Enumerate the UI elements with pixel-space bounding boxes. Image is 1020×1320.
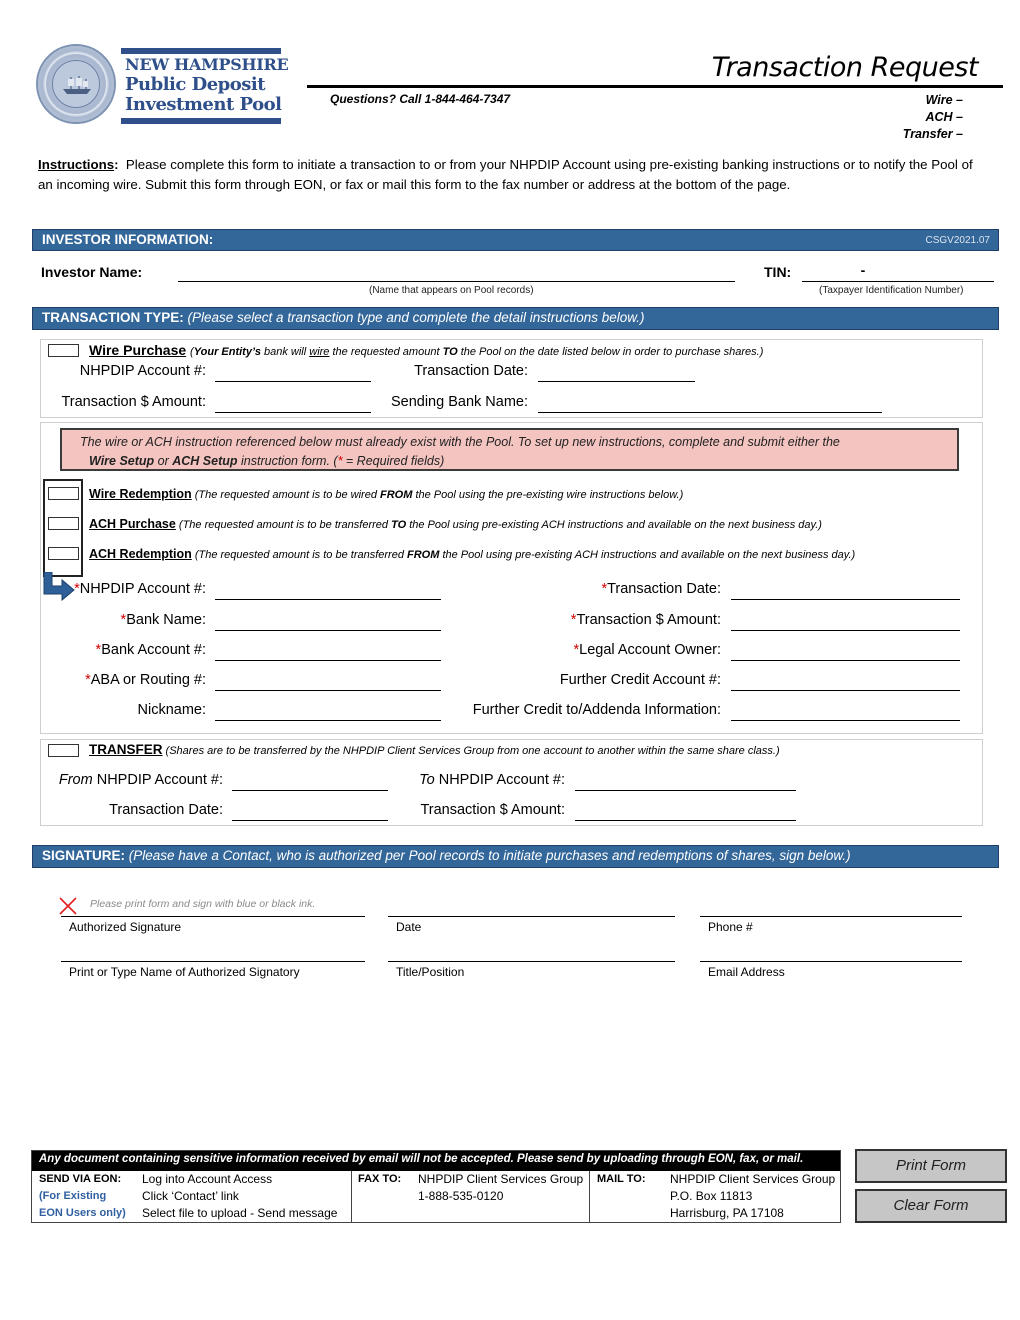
- transfer-to-field[interactable]: [575, 773, 796, 791]
- transfer-to-label: To NHPDIP Account #:: [419, 772, 565, 788]
- arrow-right-icon: [43, 572, 75, 602]
- wire-purchase-checkbox[interactable]: [48, 344, 79, 357]
- ach-purchase-checkbox[interactable]: [48, 517, 79, 530]
- existing-instructions-notice: The wire or ACH instruction referenced b…: [60, 428, 959, 471]
- transfer-checkbox[interactable]: [48, 744, 79, 757]
- fax-details: NHPDIP Client Services Group 1-888-535-0…: [418, 1172, 584, 1203]
- tin-hint: (Taxpayer Identification Number): [819, 285, 964, 296]
- wp-amount-field[interactable]: [215, 395, 371, 413]
- investor-name-hint: (Name that appears on Pool records): [369, 285, 534, 296]
- wp-account-label: NHPDIP Account #:: [79, 363, 206, 379]
- detail-amount-label: *Transaction $ Amount:: [570, 612, 721, 628]
- transaction-type-header: TRANSACTION TYPE: (Please select a trans…: [32, 307, 999, 330]
- clear-form-button[interactable]: Clear Form: [855, 1189, 1007, 1223]
- wire-redemption-option: Wire Redemption (The requested amount is…: [89, 487, 684, 501]
- detail-account-field[interactable]: [215, 582, 441, 600]
- detail-date-label: *Transaction Date:: [601, 581, 721, 597]
- print-form-button[interactable]: Print Form: [855, 1149, 1007, 1183]
- wire-purchase-option: Wire Purchase (Your Entity’s bank will w…: [89, 342, 764, 358]
- questions-phone: Questions? Call 1-844-464-7347: [330, 92, 511, 106]
- detail-bank-name-label: *Bank Name:: [120, 612, 206, 628]
- mail-label: MAIL TO:: [597, 1173, 646, 1185]
- investor-name-field[interactable]: [178, 262, 735, 282]
- signatory-name-label: Print or Type Name of Authorized Signato…: [69, 965, 300, 979]
- transfer-option: TRANSFER (Shares are to be transferred b…: [89, 742, 780, 757]
- transfer-amount-label: Transaction $ Amount:: [420, 802, 565, 818]
- transfer-amount-field[interactable]: [575, 803, 796, 821]
- phone-label: Phone #: [708, 920, 753, 934]
- detail-bank-name-field[interactable]: [215, 613, 441, 631]
- tin-label: TIN:: [764, 264, 792, 280]
- title-divider: [307, 85, 1003, 88]
- wp-date-field[interactable]: [538, 364, 695, 382]
- phone-field[interactable]: [700, 895, 962, 917]
- transfer-date-field[interactable]: [232, 803, 388, 821]
- signature-date-field[interactable]: [388, 895, 675, 917]
- page-title: Transaction Request: [711, 52, 979, 83]
- transaction-type-list: Wire – ACH – Transfer –: [902, 93, 963, 141]
- instructions-text: Instructions: Please complete this form …: [38, 157, 973, 192]
- transfer-date-label: Transaction Date:: [109, 802, 223, 818]
- ach-purchase-option: ACH Purchase (The requested amount is to…: [89, 517, 822, 531]
- detail-fc-account-label: Further Credit Account #:: [559, 672, 721, 688]
- detail-account-label: *NHPDIP Account #:: [74, 581, 206, 597]
- ship-icon: [63, 76, 91, 94]
- wp-bank-label: Sending Bank Name:: [390, 394, 528, 410]
- wp-account-field[interactable]: [215, 364, 371, 382]
- wp-amount-label: Transaction $ Amount:: [61, 394, 206, 410]
- detail-owner-field[interactable]: [731, 643, 960, 661]
- transfer-from-field[interactable]: [232, 773, 388, 791]
- form-version-code: CSGV2021.07: [925, 235, 991, 246]
- nhpdip-logo: NEW HAMPSHIRE Public Deposit Investment …: [36, 44, 289, 128]
- detail-nickname-field[interactable]: [215, 703, 441, 721]
- detail-routing-label: *ABA or Routing #:: [85, 672, 206, 688]
- state-seal-icon: [36, 44, 116, 124]
- email-warning: Any document containing sensitive inform…: [32, 1151, 840, 1171]
- detail-bank-account-label: *Bank Account #:: [95, 642, 206, 658]
- detail-nickname-label: Nickname:: [137, 702, 207, 718]
- signature-header: SIGNATURE: (Please have a Contact, who i…: [32, 845, 999, 868]
- investor-information-header: INVESTOR INFORMATION: CSGV2021.07: [32, 229, 999, 251]
- email-label: Email Address: [708, 965, 785, 979]
- detail-fc-info-field[interactable]: [731, 703, 960, 721]
- title-position-field[interactable]: [388, 940, 675, 962]
- ach-redemption-checkbox[interactable]: [48, 547, 79, 560]
- detail-owner-label: *Legal Account Owner:: [573, 642, 721, 658]
- wp-bank-field[interactable]: [538, 395, 882, 413]
- detail-fc-account-field[interactable]: [731, 673, 960, 691]
- detail-bank-account-field[interactable]: [215, 643, 441, 661]
- fax-label: FAX TO:: [358, 1173, 402, 1185]
- wp-date-label: Transaction Date:: [414, 363, 528, 379]
- detail-amount-field[interactable]: [731, 613, 960, 631]
- detail-fc-info-label: Further Credit to/Addenda Information:: [472, 702, 721, 718]
- signature-date-label: Date: [396, 920, 422, 934]
- transfer-from-label: From NHPDIP Account #:: [58, 772, 223, 788]
- ach-redemption-option: ACH Redemption (The requested amount is …: [89, 547, 856, 561]
- detail-routing-field[interactable]: [215, 673, 441, 691]
- title-position-label: Title/Position: [396, 965, 465, 979]
- tin-field[interactable]: -: [802, 262, 994, 282]
- logo-wordmark: NEW HAMPSHIRE Public Deposit Investment …: [121, 48, 289, 124]
- signatory-name-field[interactable]: [61, 940, 365, 962]
- authorized-signature-label: Authorized Signature: [69, 920, 182, 934]
- eon-label: SEND VIA EON:: [39, 1173, 122, 1185]
- mail-address: NHPDIP Client Services Group P.O. Box 11…: [670, 1172, 836, 1220]
- detail-date-field[interactable]: [731, 582, 960, 600]
- authorized-signature-field[interactable]: [61, 895, 365, 917]
- eon-steps: Log into Account Access Click ‘Contact’ …: [142, 1172, 338, 1220]
- submission-methods-table: Any document containing sensitive inform…: [31, 1150, 841, 1223]
- investor-name-label: Investor Name:: [41, 264, 143, 280]
- wire-redemption-checkbox[interactable]: [48, 487, 79, 500]
- email-field[interactable]: [700, 940, 962, 962]
